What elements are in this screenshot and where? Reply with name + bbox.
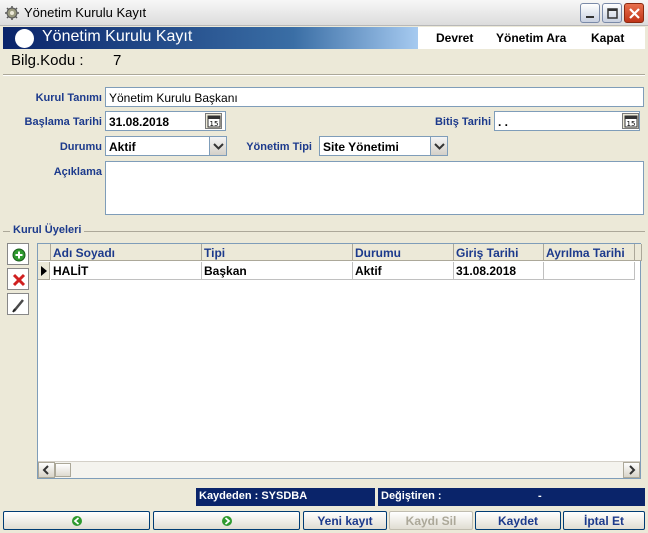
modified-by-status: Değiştiren : - [378, 488, 645, 506]
yonetim-tipi-select[interactable]: Site Yönetimi [319, 136, 448, 156]
baslama-calendar-button[interactable]: 15 [205, 113, 222, 129]
column-header-ayrilma-tarihi[interactable]: Ayrılma Tarihi [544, 244, 635, 261]
arrow-right-icon [221, 516, 232, 526]
table-cell[interactable]: HALİT [51, 262, 202, 280]
menu-devret[interactable]: Devret [436, 31, 473, 45]
close-button[interactable] [624, 3, 644, 23]
menu-yonetim-ara[interactable]: Yönetim Ara [496, 31, 566, 45]
divider [3, 74, 645, 76]
bitis-tarihi-label: Bitiş Tarihi [434, 116, 491, 128]
app-icon [5, 6, 19, 20]
column-header-durumu[interactable]: Durumu [353, 244, 454, 261]
created-by-status: Kaydeden : SYSDBA [196, 488, 375, 506]
bitis-calendar-button[interactable]: 15 [622, 113, 639, 129]
chevron-down-icon [213, 143, 224, 150]
modified-by-value: - [538, 490, 542, 502]
baslama-tarihi-label: Başlama Tarihi [24, 116, 102, 128]
kurul-tanimi-input[interactable]: Yönetim Kurulu Başkanı [105, 87, 644, 107]
menu-kapat[interactable]: Kapat [591, 31, 624, 45]
minimize-icon [586, 16, 594, 18]
bitis-tarihi-input[interactable]: . . [494, 111, 640, 131]
scroll-right-button[interactable] [623, 462, 640, 478]
yonetim-tipi-label: Yönetim Tipi [246, 141, 312, 153]
durumu-dropdown-button[interactable] [209, 137, 226, 155]
kurul-tanimi-label: Kurul Tanımı [35, 92, 102, 104]
members-group-label: Kurul Üyeleri [10, 224, 85, 236]
chevron-down-icon [434, 143, 445, 150]
record-code-label: Bilg.Kodu : [11, 52, 84, 69]
table-cell[interactable]: Aktif [353, 262, 454, 280]
scroll-left-button[interactable] [38, 462, 55, 478]
column-header-adi-soyadi[interactable]: Adı Soyadı [51, 244, 202, 261]
horizontal-scrollbar[interactable] [38, 461, 640, 478]
form-header: Yönetim Kurulu Kayıt Devret Yönetim Ara … [3, 27, 645, 49]
column-header-tipi[interactable]: Tipi [202, 244, 353, 261]
members-grid[interactable]: Adı Soyadı Tipi Durumu Giriş Tarihi Ayrı… [37, 243, 642, 479]
header-title: Yönetim Kurulu Kayıt [42, 28, 193, 45]
row-indicator[interactable] [38, 262, 50, 280]
table-cell[interactable]: 31.08.2018 [454, 262, 544, 280]
add-icon [12, 248, 26, 262]
delete-member-button[interactable] [7, 268, 29, 290]
delete-icon [12, 273, 26, 287]
next-record-button[interactable] [153, 511, 300, 530]
column-header-filler [635, 244, 642, 261]
yonetim-tipi-dropdown-button[interactable] [430, 137, 447, 155]
chevron-right-icon [629, 465, 636, 475]
aciklama-label: Açıklama [53, 166, 102, 178]
svg-text:15: 15 [210, 120, 219, 128]
new-record-button[interactable]: Yeni kayıt [303, 511, 387, 530]
arrow-left-icon [71, 516, 82, 526]
chevron-left-icon [42, 465, 49, 475]
close-icon [629, 8, 640, 19]
delete-record-button[interactable]: Kaydı Sil [389, 511, 473, 530]
svg-text:15: 15 [627, 120, 636, 128]
modified-by-label: Değiştiren : [381, 490, 442, 502]
maximize-icon [607, 8, 618, 19]
header-gradient: Yönetim Kurulu Kayıt [3, 27, 418, 49]
table-cell[interactable]: Başkan [202, 262, 353, 280]
edit-icon [12, 299, 24, 313]
aciklama-textarea[interactable] [105, 161, 644, 215]
column-header-giris-tarihi[interactable]: Giriş Tarihi [454, 244, 544, 261]
header-logo-icon [15, 29, 34, 48]
maximize-button[interactable] [602, 3, 622, 23]
title-bar: Yönetim Kurulu Kayıt [0, 0, 648, 26]
scroll-thumb[interactable] [55, 463, 71, 477]
record-code-value: 7 [113, 52, 122, 69]
cancel-button[interactable]: İptal Et [563, 511, 645, 530]
minimize-button[interactable] [580, 3, 600, 23]
calendar-icon: 15 [207, 115, 221, 128]
previous-record-button[interactable] [3, 511, 150, 530]
save-button[interactable]: Kaydet [475, 511, 561, 530]
window-title: Yönetim Kurulu Kayıt [24, 5, 147, 20]
add-member-button[interactable] [7, 243, 29, 265]
table-cell[interactable] [544, 262, 635, 280]
durumu-label: Durumu [59, 141, 102, 153]
grid-corner [38, 244, 51, 261]
row-pointer-icon [41, 266, 47, 276]
edit-member-button[interactable] [7, 293, 29, 315]
calendar-icon: 15 [624, 115, 638, 128]
